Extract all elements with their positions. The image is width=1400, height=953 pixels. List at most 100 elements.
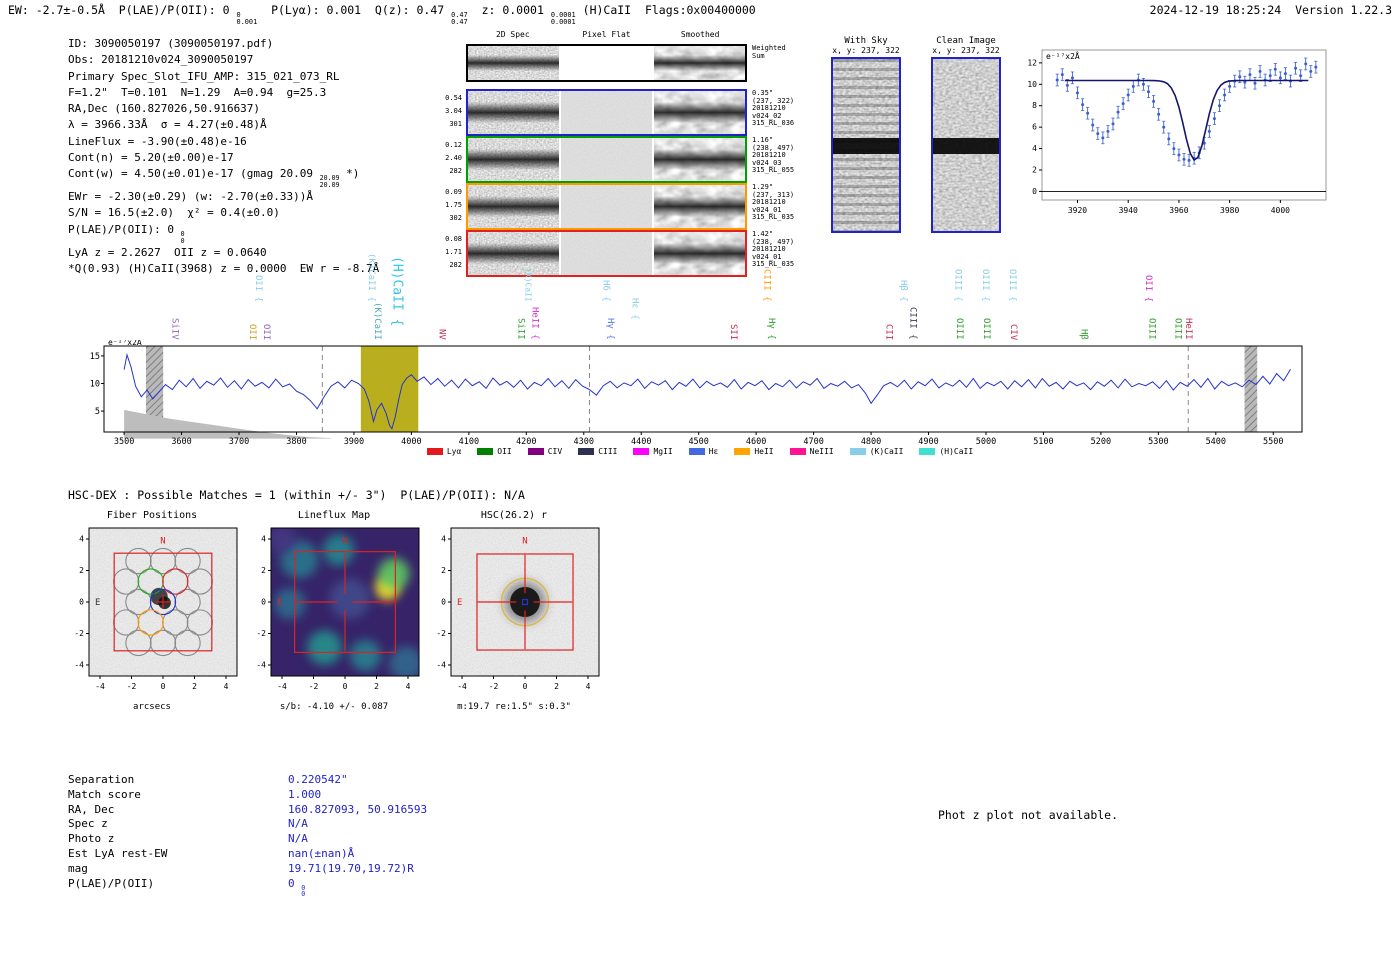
lineflux-map-plot: -4 -4 -2 -2 0 0 2 2 4 4 N E: [241, 522, 427, 698]
fiber-positions-panel: Fiber Positions -4 -4 -2 -2 0 0 2 2 4 4 N E arcsecs: [56, 510, 248, 712]
with-sky-image: [831, 57, 901, 233]
legend-item: (H)CaII: [919, 447, 973, 456]
svg-text:E: E: [457, 598, 462, 608]
info-line: RA,Dec (160.827026,50.916637): [68, 102, 261, 116]
svg-text:2: 2: [554, 682, 559, 691]
emission-line-label: OIII: [1146, 318, 1157, 340]
col-header-2dspec: 2D Spec: [495, 30, 530, 39]
detection-info-block: ID: 3090050197 (3090050197.pdf) Obs: 2018…: [68, 36, 379, 277]
svg-text:4: 4: [1032, 144, 1037, 153]
svg-text:2: 2: [441, 566, 446, 575]
svg-text:15: 15: [90, 352, 100, 362]
legend-item: (K)CaII: [849, 447, 903, 456]
svg-text:-4: -4: [277, 682, 287, 691]
svg-text:3940: 3940: [1119, 206, 1138, 215]
emission-line-label: (H)CaII {: [389, 255, 405, 326]
clean-image-panel: Clean Image x, y: 237, 322: [928, 36, 1004, 233]
emission-line-label: OIII: [1172, 318, 1183, 340]
svg-text:-4: -4: [256, 660, 266, 669]
cutout-cell-smooth: [654, 185, 745, 228]
svg-text:-4: -4: [457, 682, 467, 691]
cutout-row-annotation: 1.16" (238, 497) 20181210 v024_03 315_RL_055: [752, 136, 795, 175]
legend-item: CIII: [578, 447, 617, 456]
match-table-row: Spec z N/A: [68, 817, 427, 832]
emission-line-label: HeII {: [529, 307, 540, 340]
hsc-r-title: HSC(26.2) r: [480, 510, 548, 521]
emission-line-label: Hβ: [1078, 329, 1089, 340]
svg-text:3700: 3700: [229, 437, 249, 447]
match-table-row: RA, Dec 160.827093, 50.916593: [68, 803, 427, 818]
emission-line-label: OII: [261, 323, 272, 340]
hsc-r-panel: HSC(26.2) r -4 -4 -2 -2 0 0 2 2 4 4 N E m:19.7 re:1…: [418, 510, 610, 712]
hsc-r-caption: m:19.7 re:1.5" s:0.3": [457, 702, 571, 712]
sky-trace-band: [833, 138, 899, 155]
match-table-row: Photo z N/A: [68, 832, 427, 847]
emission-line-label: (K)CaII: [371, 302, 382, 340]
legend-swatch: [477, 448, 494, 455]
svg-text:0: 0: [161, 682, 166, 691]
svg-text:5200: 5200: [1091, 437, 1111, 447]
with-sky-coords: x, y: 237, 322: [832, 46, 900, 55]
emission-line-label: OIII {: [1006, 269, 1017, 302]
info-line: Primary Spec_Slot_IFU_AMP: 315_021_073_R…: [68, 69, 340, 83]
fiber-positions-title: Fiber Positions: [106, 510, 198, 521]
emission-line-label: OII: [247, 323, 258, 340]
svg-text:4200: 4200: [516, 437, 536, 447]
clean-image: [931, 57, 1001, 233]
cutout-cell-spec2d: [468, 46, 559, 80]
legend-swatch: [849, 448, 866, 455]
match-table-label: Separation: [68, 773, 135, 786]
cutout-cell-flat: [561, 185, 652, 228]
svg-text:-4: -4: [74, 660, 84, 669]
emission-line-labels: SiIV OII {OII OII (K)CaII {(K)CaII (H)CaII {…: [90, 244, 1310, 342]
svg-text:e⁻¹⁷x2Å: e⁻¹⁷x2Å: [1046, 50, 1080, 61]
emission-line-label: (K)CaII: [523, 268, 533, 302]
with-sky-title: With Sky: [844, 36, 888, 46]
match-table-label: Est LyA rest-EW: [68, 846, 168, 860]
clean-image-coords: x, y: 237, 322: [932, 46, 1000, 55]
emission-line-label: Hγ {: [766, 318, 777, 340]
match-table-value: 0.220542": [288, 773, 348, 786]
emission-line-label: Hβ {: [898, 280, 909, 302]
svg-text:2: 2: [192, 682, 197, 691]
info-line: Cont(w) = 4.50(±0.01)e-17 (gmag 20.09 20…: [68, 167, 360, 190]
match-table-label: Spec z: [68, 817, 108, 831]
svg-text:12: 12: [1027, 58, 1037, 67]
match-table-value: N/A: [288, 832, 308, 846]
svg-text:5: 5: [95, 407, 100, 417]
info-line: P(LAE)/P(OII): 0 00: [68, 222, 185, 245]
cutout-row-annotation: Weighted Sum: [752, 44, 786, 60]
lineflux-sb-caption: s/b: -4.10 +/- 0.087: [279, 702, 389, 712]
legend-swatch: [734, 448, 751, 455]
svg-text:-2: -2: [74, 629, 84, 638]
col-header-pixelflat: Pixel Flat: [582, 30, 631, 39]
match-table-label: Photo z: [68, 832, 115, 846]
svg-text:-4: -4: [95, 682, 105, 691]
header-stats: EW: -2.7±-0.5Å P(LAE)/P(OII): 0 0 0.001 P…: [8, 3, 756, 27]
cutout-cell-spec2d: [468, 91, 559, 134]
emission-line-label: OIII: [980, 318, 991, 340]
cutout-row: [466, 44, 747, 82]
svg-text:4000: 4000: [1271, 206, 1290, 215]
svg-text:3800: 3800: [286, 437, 306, 447]
svg-text:2: 2: [79, 566, 84, 575]
cutout-cell-flat: [561, 46, 652, 80]
match-table-value: N/A: [288, 817, 308, 831]
fiber-positions-plot: -4 -4 -2 -2 0 0 2 2 4 4 N E: [74, 527, 238, 691]
match-table-row: mag 19.71(19.70,19.72)R: [68, 862, 427, 877]
svg-text:4400: 4400: [631, 437, 651, 447]
emission-line-label: OIII {: [979, 269, 990, 302]
svg-text:4300: 4300: [574, 437, 594, 447]
legend-swatch: [919, 448, 936, 455]
svg-text:5100: 5100: [1033, 437, 1053, 447]
legend-item: Hε: [688, 447, 718, 456]
svg-text:4: 4: [79, 535, 84, 544]
timestamp: 2024-12-19 18:25:24: [1149, 3, 1282, 17]
cutout-row: [466, 89, 747, 136]
svg-text:N: N: [160, 537, 165, 547]
cutout-cell-spec2d: [468, 138, 559, 181]
emission-line-label: Hδ {: [600, 280, 611, 302]
svg-text:5000: 5000: [976, 437, 996, 447]
match-table-value: 19.71(19.70,19.72)R: [288, 861, 414, 875]
svg-text:5400: 5400: [1206, 437, 1226, 447]
